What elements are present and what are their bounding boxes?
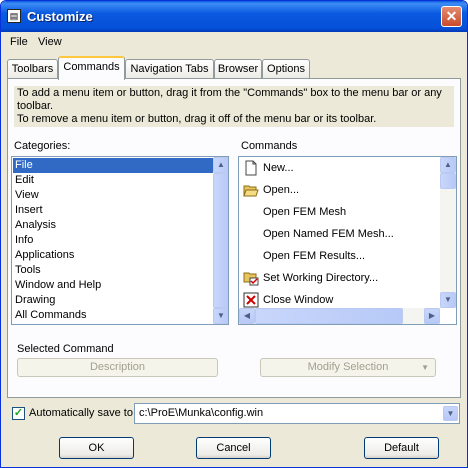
scroll-left-icon[interactable]: ◀ [239,308,255,324]
category-item-edit[interactable]: Edit [13,173,213,188]
scrollbar-thumb[interactable] [255,308,403,324]
instruction-remove: To remove a menu item or button, drag it… [17,113,377,125]
close-window-icon [243,292,259,308]
command-item-set-working-directory[interactable]: Set Working Directory... [263,267,378,289]
close-button[interactable]: ✕ [441,6,462,27]
category-item-applications[interactable]: Applications [13,248,213,263]
autosave-path-combo[interactable]: c:\ProE\Munka\config.win ▼ [134,403,460,424]
title-bar[interactable]: ▤ Customize ✕ [1,1,467,32]
categories-label: Categories: [14,140,71,152]
instructions-text: To add a menu item or button, drag it fr… [14,86,454,127]
modify-selection-button[interactable]: Modify Selection ▼ [260,358,436,377]
command-item-open[interactable]: Open... [263,179,299,201]
scroll-down-icon[interactable]: ▼ [440,292,456,308]
scrollbar-thumb[interactable] [440,173,456,189]
scroll-right-icon[interactable]: ▶ [424,308,440,324]
category-item-insert[interactable]: Insert [13,203,213,218]
instruction-add: To add a menu item or button, drag it fr… [17,87,442,112]
description-button[interactable]: Description [17,358,218,377]
menu-file[interactable]: File [10,36,28,48]
tab-navigation-tabs[interactable]: Navigation Tabs [125,59,214,78]
category-item-window-and-help[interactable]: Window and Help [13,278,213,293]
autosave-path-value: c:\ProE\Munka\config.win [139,407,264,419]
ok-button[interactable]: OK [59,437,134,459]
scroll-down-icon[interactable]: ▼ [213,308,228,324]
folder-check-icon [243,272,259,286]
categories-list[interactable]: File Edit View Insert Analysis Info Appl… [11,156,229,325]
autosave-checkbox[interactable]: ✓ [12,407,25,420]
tab-options[interactable]: Options [262,59,310,78]
category-item-view[interactable]: View [13,188,213,203]
scrollbar-thumb[interactable] [213,173,228,308]
category-item-tools[interactable]: Tools [13,263,213,278]
scroll-up-icon[interactable]: ▲ [440,157,456,173]
modify-selection-label: Modify Selection [307,361,389,373]
tab-commands[interactable]: Commands [58,56,125,80]
new-document-icon [245,160,257,176]
menu-view[interactable]: View [38,36,62,48]
command-item-open-named-fem-mesh[interactable]: Open Named FEM Mesh... [263,223,394,245]
customize-dialog: ▤ Customize ✕ File View Toolbars Command… [0,0,468,468]
dropdown-arrow-icon: ▼ [421,363,429,372]
category-item-info[interactable]: Info [13,233,213,248]
commands-label: Commands [241,140,298,152]
command-item-open-fem-results[interactable]: Open FEM Results... [263,245,365,267]
category-item-drawing[interactable]: Drawing [13,293,213,308]
tab-toolbars[interactable]: Toolbars [7,59,58,78]
menu-bar: File View [1,32,467,52]
scroll-up-icon[interactable]: ▲ [213,157,228,173]
command-item-open-fem-mesh[interactable]: Open FEM Mesh [263,201,346,223]
commands-list[interactable]: New... Open... Open FEM Mesh Open Named … [238,156,457,325]
tab-browser[interactable]: Browser [214,59,262,78]
open-folder-icon [243,185,259,197]
category-item-all-commands[interactable]: All Commands [13,308,213,323]
commands-vertical-scrollbar[interactable]: ▲ ▼ [440,157,456,308]
selected-command-label: Selected Command [17,343,114,355]
cancel-button[interactable]: Cancel [196,437,271,459]
default-button[interactable]: Default [364,437,439,459]
category-item-file[interactable]: File [13,158,213,173]
commands-horizontal-scrollbar[interactable]: ◀ ▶ [239,308,440,324]
app-window-icon: ▤ [7,9,21,23]
command-item-new[interactable]: New... [263,157,294,179]
category-item-analysis[interactable]: Analysis [13,218,213,233]
chevron-down-icon[interactable]: ▼ [443,406,458,421]
window-title: Customize [27,9,93,24]
autosave-label: Automatically save to [29,407,133,419]
categories-scrollbar[interactable]: ▲ ▼ [213,157,228,324]
